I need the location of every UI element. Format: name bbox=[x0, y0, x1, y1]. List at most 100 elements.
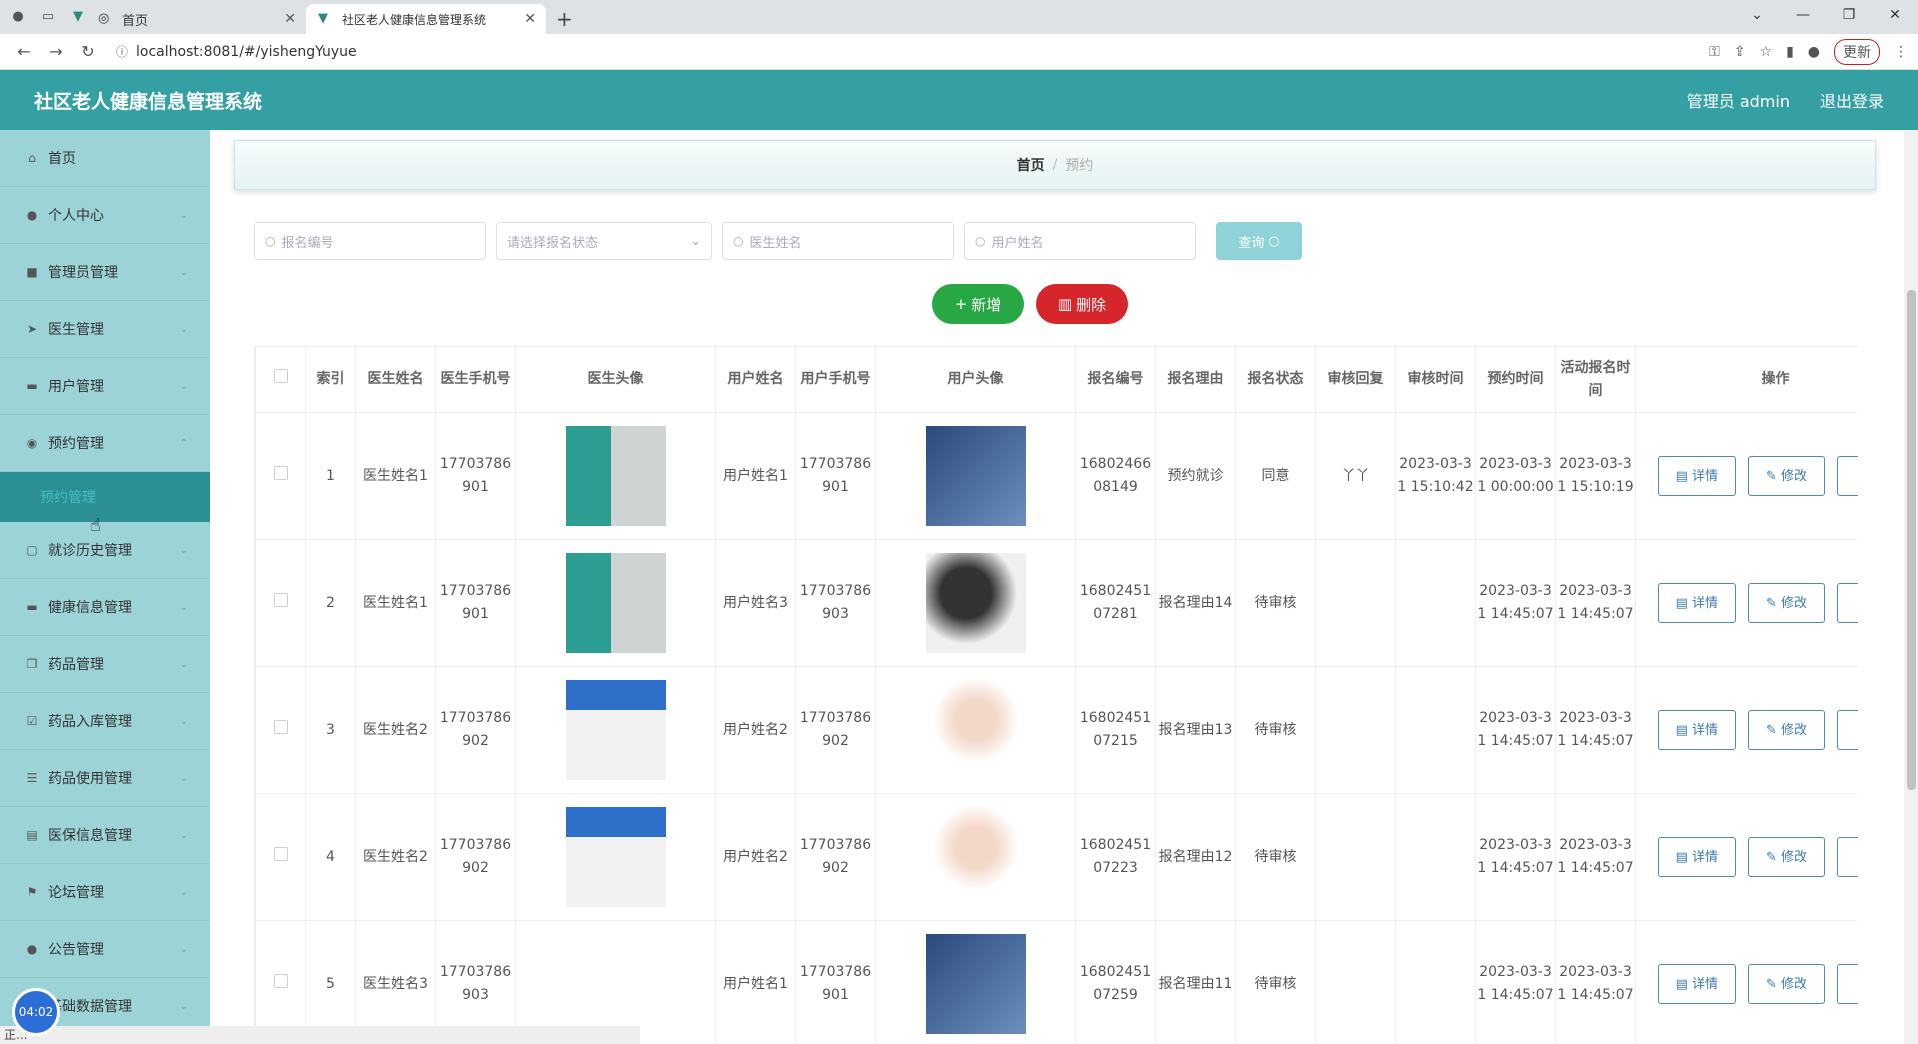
tab-home[interactable]: ◎ 首页 ✕ bbox=[86, 4, 306, 34]
doctor-avatar[interactable] bbox=[565, 553, 666, 653]
column-header[interactable]: 预约时间 bbox=[1475, 346, 1556, 413]
row-checkbox[interactable] bbox=[273, 973, 288, 988]
cell-doctor-phone: 17703786902 bbox=[435, 666, 516, 794]
github-icon[interactable]: ● bbox=[10, 9, 26, 25]
sidebar-item-admin[interactable]: ■ 管理员管理 ⌄ bbox=[0, 244, 210, 301]
delete-button[interactable]: ▥ 删除 bbox=[1036, 284, 1128, 324]
tab-search-icon[interactable]: ⌄ bbox=[1734, 0, 1780, 34]
update-button[interactable]: 更新 bbox=[1834, 38, 1880, 65]
column-header[interactable]: 审核时间 bbox=[1395, 346, 1476, 413]
restore-icon[interactable]: ❐ bbox=[1826, 0, 1872, 34]
close-icon[interactable]: ✕ bbox=[284, 11, 296, 27]
sidebar-item-history[interactable]: ▢ 就诊历史管理 ⌄ bbox=[0, 522, 210, 579]
profile-icon[interactable]: ● bbox=[1808, 44, 1820, 60]
doctor-name-input[interactable]: ○ 医生姓名 bbox=[722, 222, 954, 260]
row-delete-button[interactable]: ▥ bbox=[1837, 837, 1858, 877]
window-close-icon[interactable]: ✕ bbox=[1872, 0, 1918, 34]
menu-icon[interactable]: ⋮ bbox=[1894, 44, 1908, 60]
sidebar-item-insurance[interactable]: ▤ 医保信息管理 ⌄ bbox=[0, 807, 210, 864]
detail-button[interactable]: ▤ 详情 bbox=[1658, 710, 1736, 750]
sidebar-subitem-appointment[interactable]: 预约管理 bbox=[0, 472, 210, 522]
blank-tab-icon[interactable]: ▭ bbox=[40, 9, 56, 25]
sidebar-item-health[interactable]: ▬ 健康信息管理 ⌄ bbox=[0, 579, 210, 636]
doctor-avatar[interactable] bbox=[565, 426, 666, 526]
reload-icon[interactable]: ↻ bbox=[74, 42, 102, 61]
new-tab-icon[interactable]: + bbox=[556, 4, 573, 34]
row-checkbox[interactable] bbox=[273, 592, 288, 607]
sidebar-item-usage[interactable]: ☰ 药品使用管理 ⌄ bbox=[0, 750, 210, 807]
sidebar-item-stock-in[interactable]: ☑ 药品入库管理 ⌄ bbox=[0, 693, 210, 750]
close-icon[interactable]: ✕ bbox=[524, 11, 536, 27]
detail-button[interactable]: ▤ 详情 bbox=[1658, 456, 1736, 496]
scroll-thumb[interactable] bbox=[1907, 290, 1916, 790]
page-scrollbar[interactable] bbox=[1904, 130, 1918, 1044]
doctor-avatar[interactable] bbox=[565, 680, 666, 780]
detail-button[interactable]: ▤ 详情 bbox=[1658, 964, 1736, 1004]
doctor-avatar[interactable] bbox=[565, 807, 666, 907]
row-delete-button[interactable]: ▥ bbox=[1837, 583, 1858, 623]
sidebar-item-appointment[interactable]: ◉ 预约管理 ⌃ bbox=[0, 415, 210, 472]
column-header[interactable]: 用户姓名 bbox=[715, 346, 796, 413]
logout-link[interactable]: 退出登录 bbox=[1820, 88, 1884, 112]
column-header[interactable]: 医生手机号 bbox=[435, 346, 516, 413]
row-checkbox[interactable] bbox=[273, 846, 288, 861]
user-avatar[interactable] bbox=[925, 934, 1026, 1034]
key-icon[interactable]: ⚿ bbox=[1709, 44, 1720, 60]
sidebar-item-doctor[interactable]: ➤ 医生管理 ⌄ bbox=[0, 301, 210, 358]
cell-audit-time: 2023-03-31 15:10:42 bbox=[1395, 412, 1476, 540]
sidebar-item-notice[interactable]: ● 公告管理 ⌄ bbox=[0, 921, 210, 978]
sidebar-item-forum[interactable]: ⚑ 论坛管理 ⌄ bbox=[0, 864, 210, 921]
sidepanel-icon[interactable]: ▮ bbox=[1786, 44, 1794, 60]
detail-button[interactable]: ▤ 详情 bbox=[1658, 837, 1736, 877]
column-header[interactable]: 医生头像 bbox=[515, 346, 716, 413]
column-header[interactable]: 审核回复 bbox=[1315, 346, 1396, 413]
user-avatar[interactable] bbox=[925, 680, 1026, 780]
edit-button[interactable]: ✎ 修改 bbox=[1747, 837, 1826, 877]
info-icon[interactable]: ⓘ bbox=[116, 43, 128, 60]
column-header[interactable]: 索引 bbox=[305, 346, 356, 413]
row-checkbox[interactable] bbox=[273, 465, 288, 480]
user-name-input[interactable]: ○ 用户姓名 bbox=[964, 222, 1196, 260]
query-button[interactable]: 查询 ○ bbox=[1216, 222, 1302, 260]
column-header[interactable]: 医生姓名 bbox=[355, 346, 436, 413]
row-delete-button[interactable]: ▥ bbox=[1837, 456, 1858, 496]
column-header[interactable]: 活动报名时间 bbox=[1555, 346, 1636, 413]
edit-button[interactable]: ✎ 修改 bbox=[1747, 710, 1826, 750]
user-avatar[interactable] bbox=[925, 426, 1026, 526]
sidebar-item-medicine[interactable]: ❐ 药品管理 ⌄ bbox=[0, 636, 210, 693]
column-header[interactable]: 用户手机号 bbox=[795, 346, 876, 413]
column-header[interactable]: 报名编号 bbox=[1075, 346, 1156, 413]
user-avatar[interactable] bbox=[925, 553, 1026, 653]
sidebar-item-home[interactable]: ⌂ 首页 bbox=[0, 130, 210, 187]
detail-button[interactable]: ▤ 详情 bbox=[1658, 583, 1736, 623]
user-avatar[interactable] bbox=[925, 807, 1026, 907]
share-icon[interactable]: ⇪ bbox=[1734, 44, 1746, 60]
edit-button[interactable]: ✎ 修改 bbox=[1747, 456, 1826, 496]
tab-active[interactable]: ▼ 社区老人健康信息管理系统 ✕ bbox=[306, 4, 546, 34]
breadcrumb-home[interactable]: 首页 bbox=[1017, 155, 1045, 175]
row-checkbox[interactable] bbox=[273, 719, 288, 734]
back-icon[interactable]: ← bbox=[10, 42, 38, 61]
briefcase-icon: ■ bbox=[26, 265, 38, 279]
column-header[interactable]: 用户头像 bbox=[875, 346, 1076, 413]
star-icon[interactable]: ☆ bbox=[1760, 44, 1773, 60]
add-button[interactable]: + 新增 bbox=[932, 284, 1024, 324]
url-field[interactable]: ⓘ localhost:8081/#/yishengYuyue bbox=[106, 38, 1709, 66]
column-header[interactable]: 报名理由 bbox=[1155, 346, 1236, 413]
trash-icon: ▥ bbox=[1057, 295, 1073, 313]
minimize-icon[interactable]: — bbox=[1780, 0, 1826, 34]
check-icon: ☑ bbox=[26, 714, 38, 728]
edit-button[interactable]: ✎ 修改 bbox=[1747, 964, 1826, 1004]
select-all-checkbox[interactable] bbox=[273, 369, 288, 383]
row-delete-button[interactable]: ▥ bbox=[1837, 964, 1858, 1004]
sidebar-item-user[interactable]: ▬ 用户管理 ⌄ bbox=[0, 358, 210, 415]
search-icon: ○ bbox=[1268, 233, 1280, 249]
forward-icon[interactable]: → bbox=[42, 42, 70, 61]
baoming-no-input[interactable]: ○ 报名编号 bbox=[254, 222, 486, 260]
column-header[interactable]: 报名状态 bbox=[1235, 346, 1316, 413]
row-delete-button[interactable]: ▥ bbox=[1837, 710, 1858, 750]
vue-icon[interactable]: ▼ bbox=[70, 9, 86, 25]
status-select[interactable]: 请选择报名状态 ⌄ bbox=[496, 222, 712, 260]
edit-button[interactable]: ✎ 修改 bbox=[1747, 583, 1826, 623]
sidebar-item-personal[interactable]: ● 个人中心 ⌄ bbox=[0, 187, 210, 244]
